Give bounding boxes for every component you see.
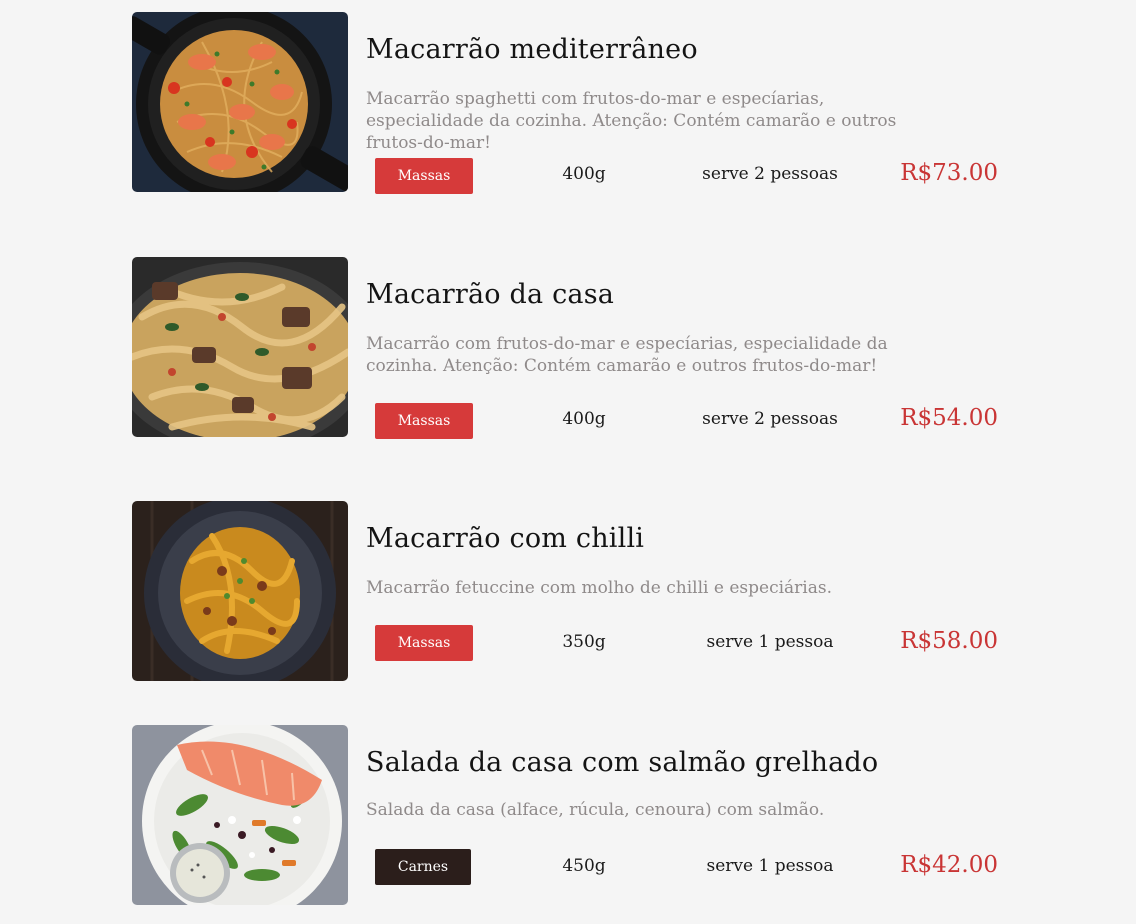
dish-price: R$42.00 <box>900 852 998 878</box>
dish-photo-tagliatelle <box>132 257 348 437</box>
dish-photo-fettuccine-chilli <box>132 501 348 681</box>
dish-card-macarrao-mediterraneo: Macarrão mediterrâneo Macarrão spaghetti… <box>132 12 1002 194</box>
dish-serves: serve 2 pessoas <box>702 409 838 429</box>
dish-serves: serve 2 pessoas <box>702 164 838 184</box>
dish-description: Macarrão fetuccine com molho de chilli e… <box>366 578 832 598</box>
dish-price: R$54.00 <box>900 405 998 431</box>
dish-photo-spaghetti-shrimp <box>132 12 348 192</box>
dish-description: Macarrão spaghetti com frutos-do-mar e e… <box>366 89 897 153</box>
dish-weight: 400g <box>562 164 606 184</box>
dish-weight: 400g <box>562 409 606 429</box>
category-tag-massas[interactable]: Massas <box>375 625 473 661</box>
dish-card-macarrao-com-chilli: Macarrão com chilli Macarrão fetuccine c… <box>132 501 1002 681</box>
dish-card-macarrao-da-casa: Macarrão da casa Macarrão com frutos-do-… <box>132 257 1002 439</box>
dish-weight: 450g <box>562 856 606 876</box>
menu-list: Macarrão mediterrâneo Macarrão spaghetti… <box>0 0 1136 924</box>
dish-description: Macarrão com frutos-do-mar e especíarias… <box>366 334 888 376</box>
dish-title: Macarrão mediterrâneo <box>366 34 698 65</box>
dish-title: Salada da casa com salmão grelhado <box>366 747 879 778</box>
dish-price: R$73.00 <box>900 160 998 186</box>
category-tag-massas[interactable]: Massas <box>375 403 473 439</box>
dish-price: R$58.00 <box>900 628 998 654</box>
category-tag-massas[interactable]: Massas <box>375 158 473 194</box>
dish-serves: serve 1 pessoa <box>706 856 834 876</box>
dish-serves: serve 1 pessoa <box>706 632 834 652</box>
dish-weight: 350g <box>562 632 606 652</box>
dish-description: Salada da casa (alface, rúcula, cenoura)… <box>366 800 825 820</box>
dish-card-salada-da-casa: Salada da casa com salmão grelhado Salad… <box>132 725 1002 905</box>
dish-photo-salmon-salad <box>132 725 348 905</box>
dish-title: Macarrão com chilli <box>366 523 645 554</box>
dish-title: Macarrão da casa <box>366 279 615 310</box>
category-tag-carnes[interactable]: Carnes <box>375 849 471 885</box>
